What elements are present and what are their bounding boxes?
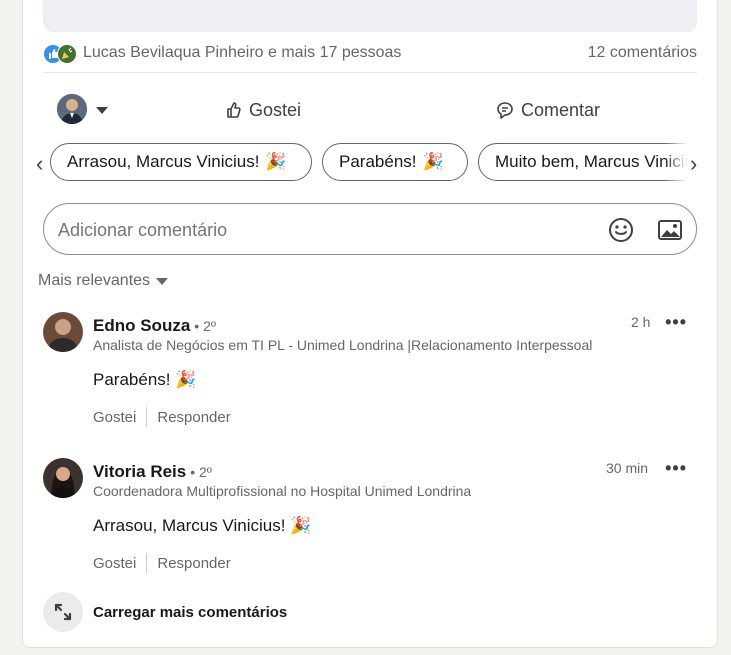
connection-degree: • 2º [194,318,216,334]
like-comment-button[interactable]: Gostei [93,409,136,426]
like-label: Gostei [249,99,302,120]
load-more-label: Carregar mais comentários [93,603,288,621]
fade-overlay [664,143,688,185]
chip-label: Arrasou, Marcus Vinicius! [67,152,260,171]
comment-text: Parabéns! 🎉 [93,370,197,389]
actor-switcher-button[interactable] [57,94,117,126]
reactions-summary-link[interactable]: Lucas Bevilaqua Pinheiro e mais 17 pesso… [83,44,401,62]
chevron-right-icon[interactable]: › [690,151,697,177]
suggestion-chip[interactable]: Muito bem, Marcus Vinicius! [478,143,688,181]
divider [43,72,697,73]
comment-timestamp: 2 h [631,314,651,330]
comment-icon [497,102,513,119]
suggested-replies: ‹ Arrasou, Marcus Vinicius! 🎉 Parabéns! … [36,143,706,185]
comment-actions: Gostei Responder [93,406,231,428]
comment-text: Arrasou, Marcus Vinicius! 🎉 [93,516,312,535]
reply-button[interactable]: Responder [157,409,230,426]
comment-composer [43,203,697,255]
avatar[interactable] [43,458,83,498]
comments-count-link[interactable]: 12 comentários [588,44,697,62]
image-icon[interactable] [656,216,684,249]
comment-input[interactable] [56,216,580,244]
commenter-headline: Analista de Negócios em TI PL - Unimed L… [93,337,593,353]
comment-item: Edno Souza • 2º Analista de Negócios em T… [43,312,697,432]
post-media-preview[interactable] [43,0,697,32]
party-popper-icon: 🎉 [265,152,287,171]
comment-label: Comentar [521,99,601,120]
reply-button[interactable]: Responder [157,555,230,572]
social-counts-row: Lucas Bevilaqua Pinheiro e mais 17 pesso… [43,42,697,66]
sort-dropdown[interactable]: Mais relevantes [38,272,169,290]
chevron-down-icon [156,277,169,285]
divider [146,553,148,573]
load-more-comments-button[interactable]: Carregar mais comentários [43,592,287,632]
comment-actions: Gostei Responder [93,552,231,574]
divider [146,407,148,427]
avatar [57,94,87,124]
party-popper-icon: 🎉 [422,152,444,171]
comment-timestamp: 30 min [606,460,649,476]
reaction-icons[interactable] [43,44,79,64]
chip-label: Muito bem, Marcus Vinicius! [495,152,688,171]
suggestion-track: Arrasou, Marcus Vinicius! 🎉 Parabéns! 🎉 … [50,143,688,185]
comment-button[interactable]: Comentar [495,96,600,124]
more-options-icon[interactable]: ••• [665,458,687,479]
more-options-icon[interactable]: ••• [665,312,687,333]
thumbs-up-icon [227,102,241,118]
expand-icon [43,592,83,632]
like-comment-button[interactable]: Gostei [93,555,136,572]
suggestion-chip[interactable]: Parabéns! 🎉 [322,143,468,181]
avatar[interactable] [43,312,83,352]
chip-label: Parabéns! [339,152,417,171]
chevron-down-icon [96,107,108,114]
celebrate-reaction-icon [57,44,77,64]
commenter-name[interactable]: Vitoria Reis • 2º [93,462,212,482]
like-button[interactable]: Gostei [223,96,301,124]
post-action-bar: Gostei Comentar [43,90,697,130]
commenter-headline: Coordenadora Multiprofissional no Hospit… [93,483,472,499]
chevron-left-icon[interactable]: ‹ [36,151,43,177]
suggestion-chip[interactable]: Arrasou, Marcus Vinicius! 🎉 [50,143,312,181]
emoji-icon[interactable] [607,216,635,249]
comment-item: Vitoria Reis • 2º Coordenadora Multiprofi… [43,458,697,578]
sort-label: Mais relevantes [38,272,151,289]
connection-degree: • 2º [190,464,212,480]
commenter-name[interactable]: Edno Souza • 2º [93,316,216,336]
